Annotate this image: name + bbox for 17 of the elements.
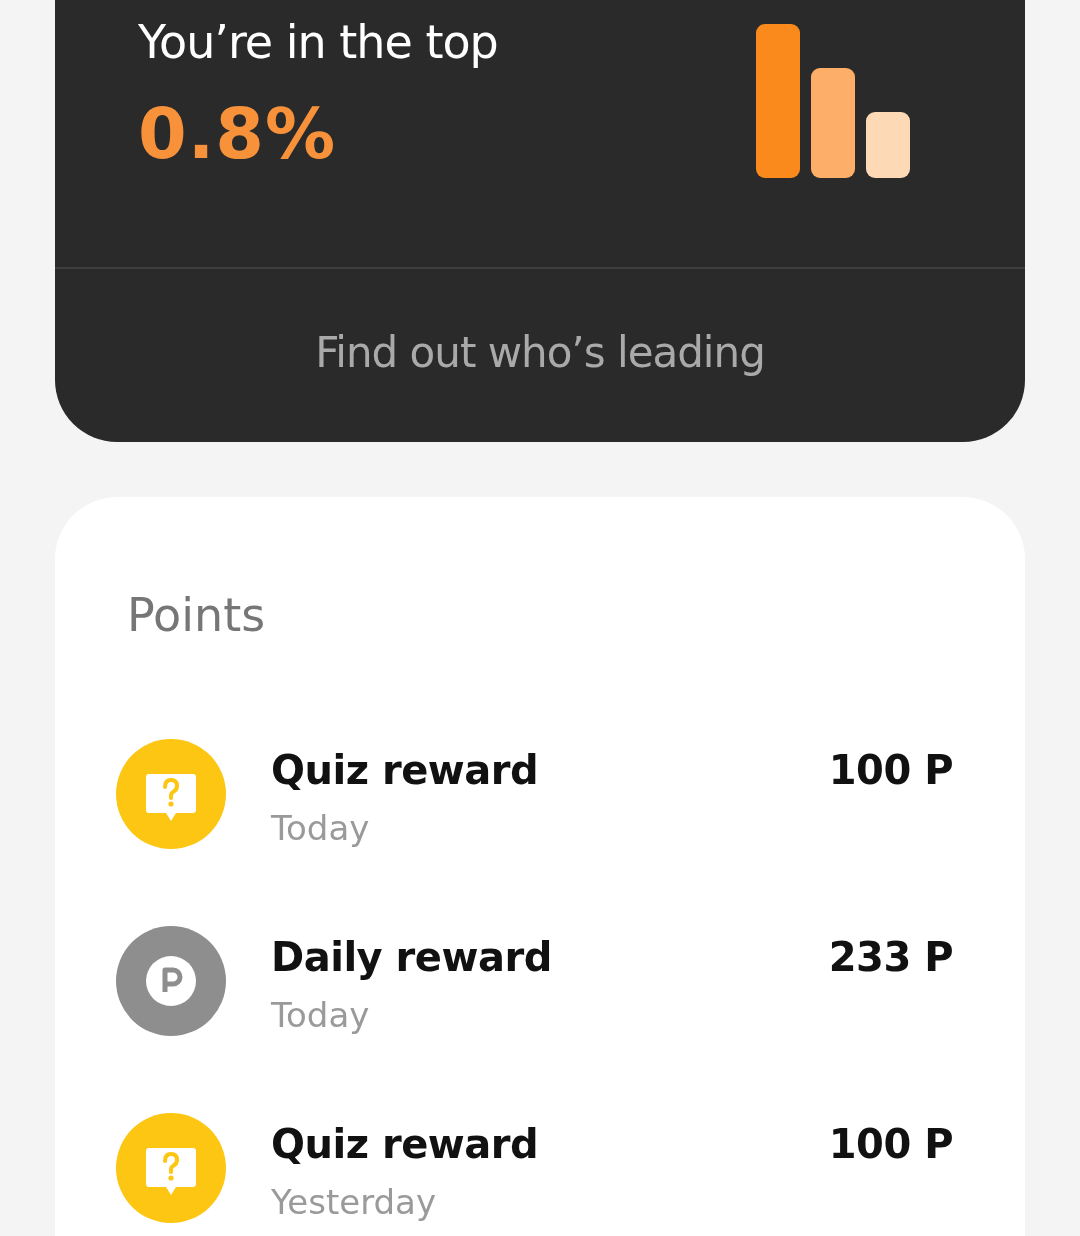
rank-percent: 0.8% [138,92,338,176]
question-bubble-icon [116,739,226,849]
entry-title: Quiz reward [271,746,540,795]
points-heading: Points [127,587,267,644]
points-coin-icon [116,926,226,1036]
rank-title: You’re in the top [138,14,498,71]
entry-title: Quiz reward [271,1120,540,1169]
entry-amount: 233 P [828,933,953,982]
entry-title: Daily reward [271,933,553,982]
entry-date: Today [271,807,371,850]
leaderboard-link[interactable]: Find out who’s leading [307,324,773,381]
entry-date: Today [271,994,371,1037]
entry-amount: 100 P [828,1120,953,1169]
entry-date: Yesterday [271,1181,438,1224]
bar-chart-icon [756,24,910,178]
entry-amount: 100 P [828,746,953,795]
question-bubble-icon [116,1113,226,1223]
